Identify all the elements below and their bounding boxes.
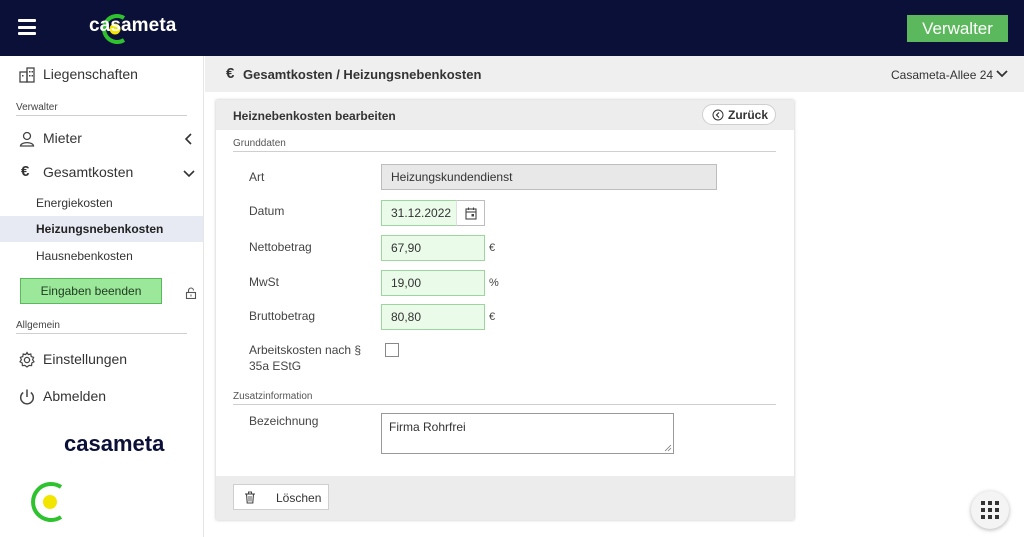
edit-card: Heiznebenkosten bearbeiten Zurück Grundd… xyxy=(216,100,794,520)
net-unit: € xyxy=(489,242,496,254)
sidebar-item-settings[interactable]: Einstellungen xyxy=(0,345,204,375)
chevron-down-icon[interactable] xyxy=(995,68,1009,80)
delete-label: Löschen xyxy=(276,491,322,505)
divider xyxy=(16,333,187,334)
section-label-manager: Verwalter xyxy=(16,102,58,113)
sidebar-item-total-costs[interactable]: € Gesamtkosten xyxy=(0,158,204,188)
group-label-extra: Zusatzinformation xyxy=(233,391,313,402)
sidebar-item-label: Einstellungen xyxy=(43,351,128,367)
designation-value: Firma Rohrfrei xyxy=(389,420,466,434)
lock-open-icon[interactable] xyxy=(185,287,197,299)
end-input-button[interactable]: Eingaben beenden xyxy=(20,278,162,304)
designation-textarea[interactable]: Firma Rohrfrei xyxy=(381,413,674,454)
delete-button[interactable]: Löschen xyxy=(233,484,329,510)
chevron-left-icon xyxy=(184,133,192,145)
sidebar-item-logout[interactable]: Abmelden xyxy=(0,382,204,412)
casameta-logo-icon xyxy=(31,482,63,522)
vat-unit: % xyxy=(489,277,499,289)
power-icon xyxy=(19,389,35,405)
group-label-basic: Grunddaten xyxy=(233,138,286,149)
gross-label: Bruttobetrag xyxy=(249,309,316,323)
card-title: Heiznebenkosten bearbeiten xyxy=(233,109,396,123)
card-footer: Löschen xyxy=(216,476,794,520)
person-icon xyxy=(19,131,35,147)
gross-amount-input[interactable]: 80,80 xyxy=(381,304,485,330)
divider xyxy=(16,115,187,116)
date-value: 31.12.2022 xyxy=(391,206,452,220)
grid-icon xyxy=(981,501,999,519)
bottom-logo-text: casameta xyxy=(64,431,165,456)
menu-icon[interactable] xyxy=(18,19,36,35)
net-amount-input[interactable]: 67,90 xyxy=(381,235,485,261)
address-selector[interactable]: Casameta-Allee 24 xyxy=(891,68,993,82)
buildings-icon xyxy=(19,67,35,83)
sidebar-item-label: Liegenschaften xyxy=(43,66,138,82)
sidebar-item-house-costs[interactable]: Hausnebenkosten xyxy=(0,243,203,269)
back-label: Zurück xyxy=(728,108,769,122)
content-header: € Gesamtkosten / Heizungsnebenkosten Cas… xyxy=(205,56,1024,92)
gear-icon xyxy=(19,351,35,368)
net-label: Nettobetrag xyxy=(249,240,312,254)
labor-costs-label: Arbeitskosten nach § 35a EStG xyxy=(249,343,362,373)
section-label-general: Allgemein xyxy=(16,320,60,331)
divider xyxy=(233,151,776,152)
date-label: Datum xyxy=(249,204,285,218)
euro-icon: € xyxy=(21,163,30,180)
top-bar: casameta Verwalter xyxy=(0,0,1024,56)
sidebar-item-energy-costs[interactable]: Energiekosten xyxy=(0,190,203,216)
chevron-down-icon xyxy=(183,170,195,178)
type-field: Heizungskundendienst xyxy=(381,164,717,190)
sidebar-item-tenants[interactable]: Mieter xyxy=(0,124,204,154)
trash-icon xyxy=(245,491,255,504)
vat-input[interactable]: 19,00 xyxy=(381,270,485,296)
role-badge[interactable]: Verwalter xyxy=(907,15,1008,42)
back-circle-icon xyxy=(712,109,724,121)
designation-label: Bezeichnung xyxy=(249,414,319,428)
card-header: Heiznebenkosten bearbeiten Zurück xyxy=(216,100,794,130)
back-button[interactable]: Zurück xyxy=(702,104,776,125)
breadcrumb: Gesamtkosten / Heizungsnebenkosten xyxy=(243,67,482,82)
calendar-button[interactable] xyxy=(456,200,485,226)
sidebar-item-label: Abmelden xyxy=(43,388,107,404)
gross-unit: € xyxy=(489,311,496,323)
labor-costs-checkbox[interactable] xyxy=(385,343,399,357)
sidebar-item-label: Gesamtkosten xyxy=(43,164,134,180)
sidebar: Liegenschaften Verwalter Mieter € Gesamt… xyxy=(0,56,204,537)
resize-handle-icon[interactable] xyxy=(664,444,672,452)
sidebar-item-label: Mieter xyxy=(43,130,82,146)
vat-label: MwSt xyxy=(249,275,279,289)
calendar-icon xyxy=(465,207,477,220)
type-label: Art xyxy=(249,170,265,184)
euro-icon: € xyxy=(226,65,235,82)
divider xyxy=(233,404,776,405)
logo-text: casameta xyxy=(89,15,177,36)
sidebar-item-heating-costs[interactable]: Heizungsnebenkosten xyxy=(0,216,203,242)
apps-button[interactable] xyxy=(971,491,1009,529)
sidebar-item-properties[interactable]: Liegenschaften xyxy=(0,60,204,90)
